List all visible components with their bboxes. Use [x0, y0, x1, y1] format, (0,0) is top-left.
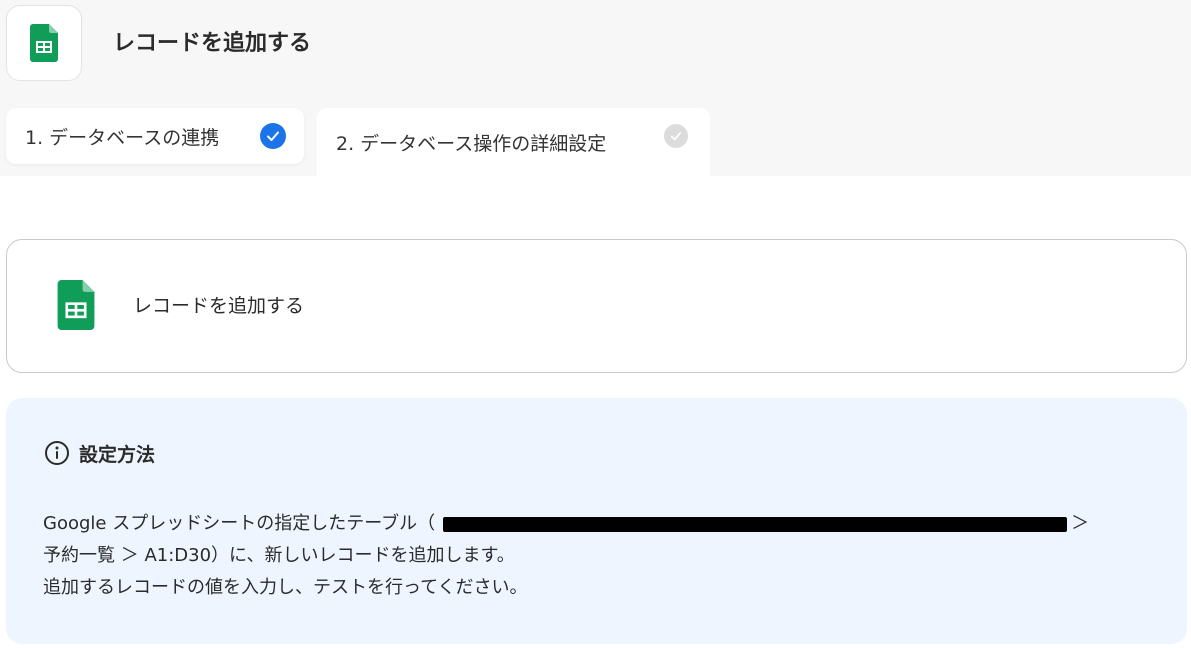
info-header: 設定方法: [44, 438, 155, 468]
tab-label: 2. データベース操作の詳細設定: [336, 132, 607, 155]
check-circle-icon: [664, 124, 688, 148]
info-icon: [45, 441, 69, 465]
tab-database-operation-settings[interactable]: 2. データベース操作の詳細設定: [317, 108, 710, 176]
google-sheets-icon: [57, 280, 95, 330]
info-line-3: 追加するレコードの値を入力し、テストを行ってください。: [43, 577, 528, 598]
info-box: 設定方法 Google スプレッドシートの指定したテーブル（ ＞ 予約一覧 ＞ A…: [6, 398, 1187, 644]
info-line-1-suffix: ＞: [1071, 513, 1090, 534]
action-label: レコードを追加する: [133, 295, 305, 317]
info-title: 設定方法: [79, 443, 156, 466]
check-circle-icon: [260, 123, 286, 149]
google-sheets-icon: [30, 24, 58, 62]
page-title: レコードを追加する: [113, 31, 312, 56]
header-area: レコードを追加する 1. データベースの連携 2. データベース操作の詳細設定: [0, 0, 1191, 176]
tab-database-connection[interactable]: 1. データベースの連携: [6, 108, 304, 164]
redacted-block: [443, 516, 1068, 532]
info-text: Google スプレッドシートの指定したテーブル（ ＞ 予約一覧 ＞ A1:D30…: [43, 508, 1163, 604]
info-line-1: Google スプレッドシートの指定したテーブル（ ＞: [43, 508, 1163, 540]
tab-label: 1. データベースの連携: [25, 126, 220, 149]
info-line-1-prefix: Google スプレッドシートの指定したテーブル（: [43, 513, 436, 534]
info-line-2: 予約一覧 ＞ A1:D30）に、新しいレコードを追加します。: [43, 545, 515, 566]
app-icon-tile: [6, 5, 82, 81]
action-card[interactable]: レコードを追加する: [6, 239, 1187, 373]
